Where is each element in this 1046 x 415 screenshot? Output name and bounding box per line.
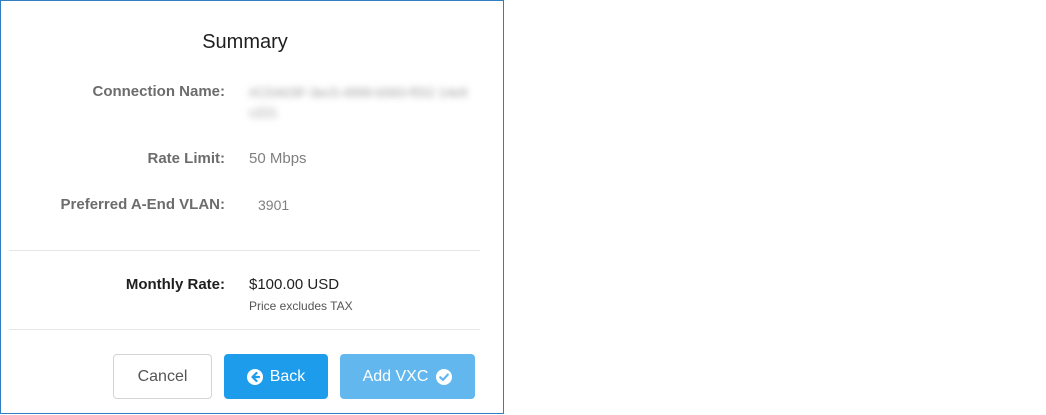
back-button[interactable]: Back — [224, 354, 328, 399]
divider-top — [9, 250, 480, 251]
add-vxc-button-label: Add VXC — [362, 367, 429, 385]
back-button-label: Back — [269, 367, 306, 385]
monthly-rate-label: Monthly Rate: — [125, 276, 225, 293]
summary-title: Summary — [202, 31, 288, 53]
connection-name-label: Connection Name: — [92, 83, 225, 100]
rate-limit-value: 50 Mbps — [249, 150, 307, 167]
summary-panel: Summary Connection Name: #CDA03F-3ec5-49… — [0, 0, 504, 414]
divider-bottom — [9, 329, 480, 330]
connection-name-value: #CDA03F-3ec5-4999-b583-f552 14e9c221 — [249, 85, 468, 120]
check-circle-icon — [436, 368, 453, 385]
cancel-button[interactable]: Cancel — [113, 354, 212, 399]
add-vxc-button[interactable]: Add VXC — [340, 354, 475, 399]
arrow-left-circle-icon — [246, 368, 263, 385]
preferred-vlan-label: Preferred A-End VLAN: — [60, 196, 225, 213]
cancel-button-label: Cancel — [137, 367, 188, 385]
preferred-vlan-value: 3901 — [258, 197, 290, 213]
tax-note: Price excludes TAX — [249, 299, 353, 313]
monthly-rate-value: $100.00 USD — [249, 276, 340, 293]
rate-limit-label: Rate Limit: — [147, 150, 225, 167]
